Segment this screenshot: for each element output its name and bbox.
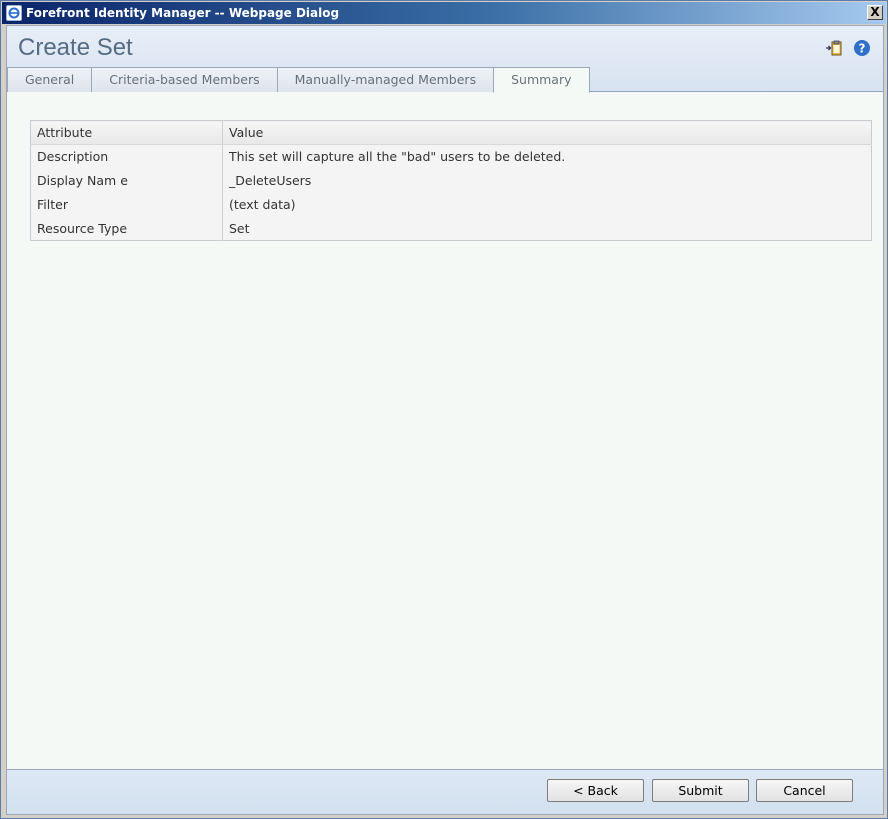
back-button[interactable]: < Back [547, 779, 644, 802]
summary-table: Attribute Value Description This set wil… [30, 120, 872, 241]
dialog-header: Create Set ? General Criteria-based Memb… [7, 26, 883, 93]
dialog-window: Forefront Identity Manager -- Webpage Di… [0, 0, 888, 819]
attribute-cell: Filter [30, 192, 223, 217]
window-title: Forefront Identity Manager -- Webpage Di… [26, 6, 340, 20]
attribute-cell: Display Nam e [30, 168, 223, 193]
table-row: Description This set will capture all th… [30, 144, 872, 169]
value-cell: (text data) [222, 192, 872, 217]
help-icon[interactable]: ? [853, 39, 871, 57]
value-cell: Set [222, 216, 872, 241]
title-bar[interactable]: Forefront Identity Manager -- Webpage Di… [2, 2, 886, 24]
tab-summary[interactable]: Summary [493, 67, 590, 93]
tab-manually-managed-members[interactable]: Manually-managed Members [276, 67, 495, 92]
table-row: Display Nam e _DeleteUsers [30, 168, 872, 193]
summary-panel: Attribute Value Description This set wil… [30, 120, 872, 241]
submit-button[interactable]: Submit [652, 779, 749, 802]
tab-criteria-based-members[interactable]: Criteria-based Members [91, 67, 278, 92]
column-header-value: Value [222, 120, 872, 145]
table-row: Filter (text data) [30, 192, 872, 217]
attribute-cell: Resource Type [30, 216, 223, 241]
clipboard-arrow-icon[interactable] [825, 39, 843, 57]
value-cell: _DeleteUsers [222, 168, 872, 193]
cancel-button[interactable]: Cancel [756, 779, 853, 802]
value-cell: This set will capture all the "bad" user… [222, 144, 872, 169]
table-row: Resource Type Set [30, 216, 872, 241]
ie-icon [6, 5, 22, 21]
tab-general[interactable]: General [7, 67, 93, 92]
dialog-body: Create Set ? General Criteria-based Memb… [6, 25, 884, 815]
close-button[interactable]: X [867, 5, 883, 20]
column-header-attribute: Attribute [30, 120, 223, 145]
table-header-row: Attribute Value [30, 120, 872, 145]
svg-text:?: ? [859, 42, 866, 56]
attribute-cell: Description [30, 144, 223, 169]
tab-strip: General Criteria-based Members Manually-… [7, 67, 590, 93]
dialog-footer: < Back Submit Cancel [7, 769, 883, 814]
page-title: Create Set [18, 34, 133, 61]
